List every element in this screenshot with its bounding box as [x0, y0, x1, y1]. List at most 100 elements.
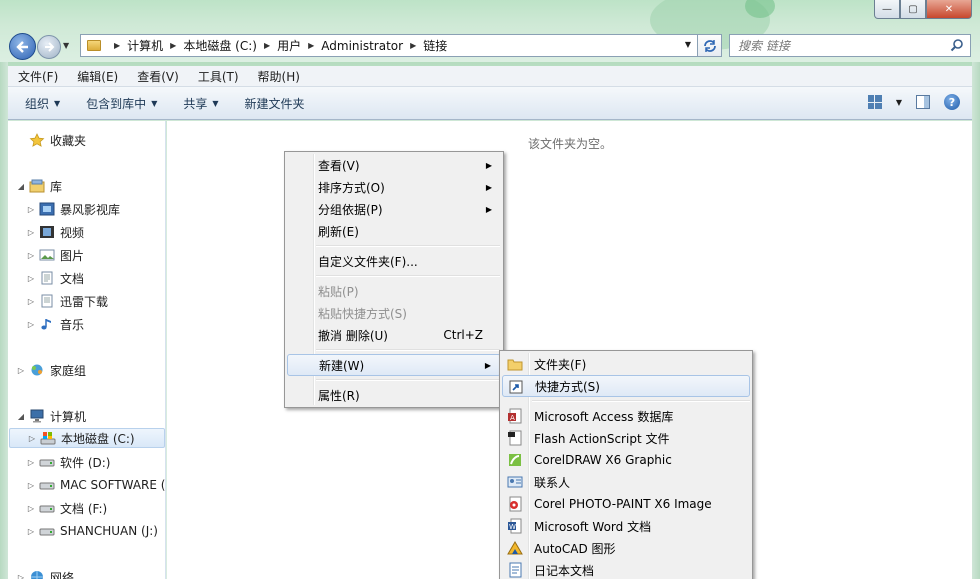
new-coreldraw-graphic-item[interactable]: CorelDRAW X6 Graphic	[502, 449, 750, 471]
tree-favorites[interactable]: 收藏夹	[16, 130, 86, 150]
view-options-icon[interactable]	[867, 95, 882, 109]
tree-library-music[interactable]: ▷ 音乐	[26, 314, 84, 334]
document-icon	[41, 294, 53, 308]
breadcrumb-administrator[interactable]: Administrator	[321, 39, 403, 53]
tree-library-storm-video[interactable]: ▷ 暴风影视库	[26, 199, 120, 219]
breadcrumb-users[interactable]: 用户	[277, 37, 301, 54]
system-drive-icon	[40, 432, 56, 445]
preview-pane-icon[interactable]	[916, 95, 930, 109]
expanded-arrow-icon[interactable]: ◢	[16, 412, 26, 421]
menu-item-customize-folder[interactable]: 自定义文件夹(F)...	[287, 250, 501, 272]
new-shortcut-item[interactable]: 快捷方式(S)	[502, 375, 750, 397]
chevron-right-icon: ▶	[114, 41, 121, 50]
collapsed-arrow-icon[interactable]: ▷	[26, 481, 36, 490]
search-icon[interactable]	[950, 38, 964, 52]
chevron-right-icon[interactable]: ▶	[170, 41, 176, 50]
breadcrumb-links[interactable]: 链接	[423, 37, 447, 54]
caret-down-icon[interactable]: ▼	[896, 98, 902, 107]
new-contact-item[interactable]: 联系人	[502, 471, 750, 493]
menu-separator	[316, 275, 500, 277]
tree-drive-d[interactable]: ▷ 软件 (D:)	[26, 452, 111, 472]
minimize-button[interactable]: —	[874, 0, 900, 19]
menu-help[interactable]: 帮助(H)	[248, 68, 309, 85]
menu-item-new[interactable]: 新建(W) ▶	[287, 354, 501, 376]
forward-button[interactable]	[37, 35, 61, 59]
recent-pages-dropdown[interactable]: ▼	[63, 41, 69, 50]
menu-item-sort-by[interactable]: 排序方式(O) ▶	[287, 176, 501, 198]
new-journal-document-item[interactable]: 日记本文档	[502, 559, 750, 579]
breadcrumb-computer[interactable]: 计算机	[127, 37, 163, 54]
help-icon[interactable]: ?	[944, 94, 960, 110]
window-frame-right	[972, 62, 980, 579]
chevron-right-icon[interactable]: ▶	[410, 41, 416, 50]
refresh-button[interactable]	[698, 34, 722, 57]
collapsed-arrow-icon[interactable]: ▷	[26, 297, 36, 306]
menu-edit[interactable]: 编辑(E)	[67, 68, 127, 85]
menu-item-refresh[interactable]: 刷新(E)	[287, 220, 501, 242]
collapsed-arrow-icon[interactable]: ▷	[26, 228, 36, 237]
tree-drive-e[interactable]: ▷ MAC SOFTWARE (	[26, 475, 165, 495]
tree-drive-c[interactable]: ▷ 本地磁盘 (C:)	[9, 428, 165, 448]
new-flash-actionscript-item[interactable]: Flash ActionScript 文件	[502, 427, 750, 449]
collapsed-arrow-icon[interactable]: ▷	[26, 251, 36, 260]
tree-computer[interactable]: ◢ 计算机	[16, 406, 86, 426]
collapsed-arrow-icon[interactable]: ▷	[26, 274, 36, 283]
collapsed-arrow-icon[interactable]: ▷	[16, 573, 26, 579]
homegroup-icon	[31, 364, 43, 376]
tree-library-documents[interactable]: ▷ 文档	[26, 268, 84, 288]
tree-library[interactable]: ◢ 库	[16, 176, 62, 196]
collapsed-arrow-icon[interactable]: ▷	[16, 366, 26, 375]
menu-item-paste-shortcut: 粘贴快捷方式(S)	[318, 306, 407, 321]
word-document-icon: W	[508, 518, 522, 534]
new-folder-item[interactable]: 文件夹(F)	[502, 353, 750, 375]
menu-view[interactable]: 查看(V)	[127, 68, 188, 85]
svg-text:A: A	[510, 414, 515, 422]
collapsed-arrow-icon[interactable]: ▷	[26, 458, 36, 467]
chevron-right-icon[interactable]: ▶	[308, 41, 314, 50]
tree-drive-f[interactable]: ▷ 文档 (F:)	[26, 498, 107, 518]
back-button[interactable]	[9, 33, 36, 60]
tree-homegroup[interactable]: ▷ 家庭组	[16, 360, 86, 380]
menu-item-group-by[interactable]: 分组依据(P) ▶	[287, 198, 501, 220]
organize-button[interactable]: 组织 ▼	[16, 95, 69, 112]
navigation-pane: 收藏夹 ◢ 库 ▷ 暴风影视库 ▷ 视频 ▷ 图片 ▷ 文档 ▷ 迅雷下载 ▷ …	[8, 121, 166, 579]
menu-separator	[316, 349, 500, 351]
tree-library-videos[interactable]: ▷ 视频	[26, 222, 84, 242]
tree-library-pictures[interactable]: ▷ 图片	[26, 245, 84, 265]
address-bar[interactable]: ▶ 计算机 ▶ 本地磁盘 (C:) ▶ 用户 ▶ Administrator ▶…	[80, 34, 698, 57]
new-word-document-item[interactable]: W Microsoft Word 文档	[502, 515, 750, 537]
new-autocad-drawing-item[interactable]: AutoCAD 图形	[502, 537, 750, 559]
picture-icon	[39, 249, 55, 261]
include-in-library-button[interactable]: 包含到库中 ▼	[77, 95, 166, 112]
tree-library-thunder-downloads[interactable]: ▷ 迅雷下载	[26, 291, 108, 311]
collapsed-arrow-icon[interactable]: ▷	[27, 434, 37, 443]
breadcrumb-local-disk[interactable]: 本地磁盘 (C:)	[183, 37, 257, 54]
search-input[interactable]	[738, 38, 938, 53]
new-corel-photopaint-item[interactable]: Corel PHOTO-PAINT X6 Image	[502, 493, 750, 515]
menu-item-properties[interactable]: 属性(R)	[287, 384, 501, 406]
submenu-arrow-icon: ▶	[484, 360, 491, 370]
drive-icon	[39, 505, 55, 513]
close-button[interactable]: ✕	[926, 0, 972, 19]
menu-item-undo-delete[interactable]: 撤消 删除(U) Ctrl+Z	[287, 324, 501, 346]
menu-tools[interactable]: 工具(T)	[188, 68, 248, 85]
tree-network[interactable]: ▷ 网络	[16, 567, 74, 579]
tree-drive-j[interactable]: ▷ SHANCHUAN (J:)	[26, 521, 158, 541]
expanded-arrow-icon[interactable]: ◢	[16, 182, 26, 191]
address-history-dropdown[interactable]: ▼	[685, 40, 691, 49]
new-folder-button[interactable]: 新建文件夹	[236, 95, 314, 112]
command-bar: 组织 ▼ 包含到库中 ▼ 共享 ▼ 新建文件夹 ▼ ?	[8, 87, 972, 120]
arrow-left-icon	[15, 40, 28, 53]
collapsed-arrow-icon[interactable]: ▷	[26, 504, 36, 513]
chevron-right-icon[interactable]: ▶	[264, 41, 270, 50]
maximize-button[interactable]: ▢	[900, 0, 926, 19]
menu-item-view[interactable]: 查看(V) ▶	[287, 154, 501, 176]
share-button[interactable]: 共享 ▼	[174, 95, 227, 112]
collapsed-arrow-icon[interactable]: ▷	[26, 205, 36, 214]
collapsed-arrow-icon[interactable]: ▷	[26, 527, 36, 536]
collapsed-arrow-icon[interactable]: ▷	[26, 320, 36, 329]
search-box[interactable]	[729, 34, 971, 57]
new-access-database-item[interactable]: A Microsoft Access 数据库	[502, 405, 750, 427]
menu-file[interactable]: 文件(F)	[8, 68, 67, 85]
context-menu: 查看(V) ▶ 排序方式(O) ▶ 分组依据(P) ▶ 刷新(E) 自定义文件夹(F)…	[284, 151, 504, 408]
